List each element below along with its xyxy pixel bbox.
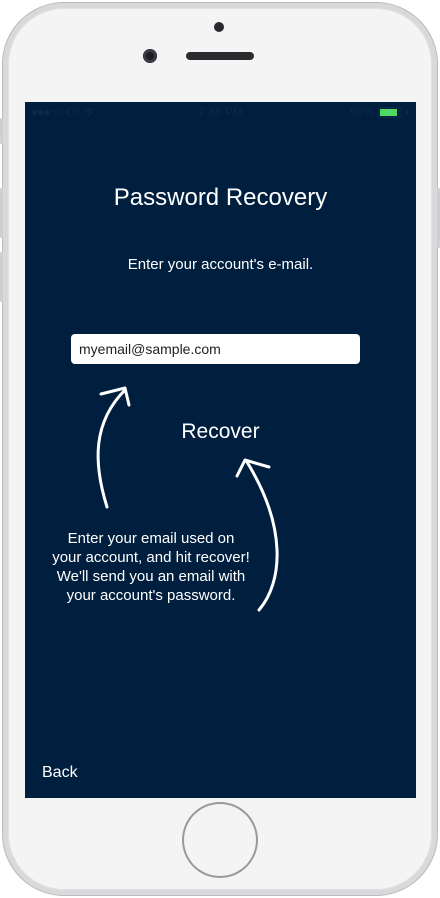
volume-down-button [0,252,3,302]
earpiece-speaker [186,52,254,60]
home-button[interactable] [184,804,256,876]
mute-switch [0,118,3,144]
app-screen: ●●●○○ O! 7:48 PM 96% Password Recovery E… [25,102,416,798]
volume-up-button [0,188,3,238]
proximity-sensor [214,22,224,32]
instruction-annotation: Enter your email used on your account, a… [52,530,250,604]
back-button[interactable]: Back [42,764,78,782]
front-camera [143,49,157,63]
arrow-to-recover-icon [235,458,279,612]
